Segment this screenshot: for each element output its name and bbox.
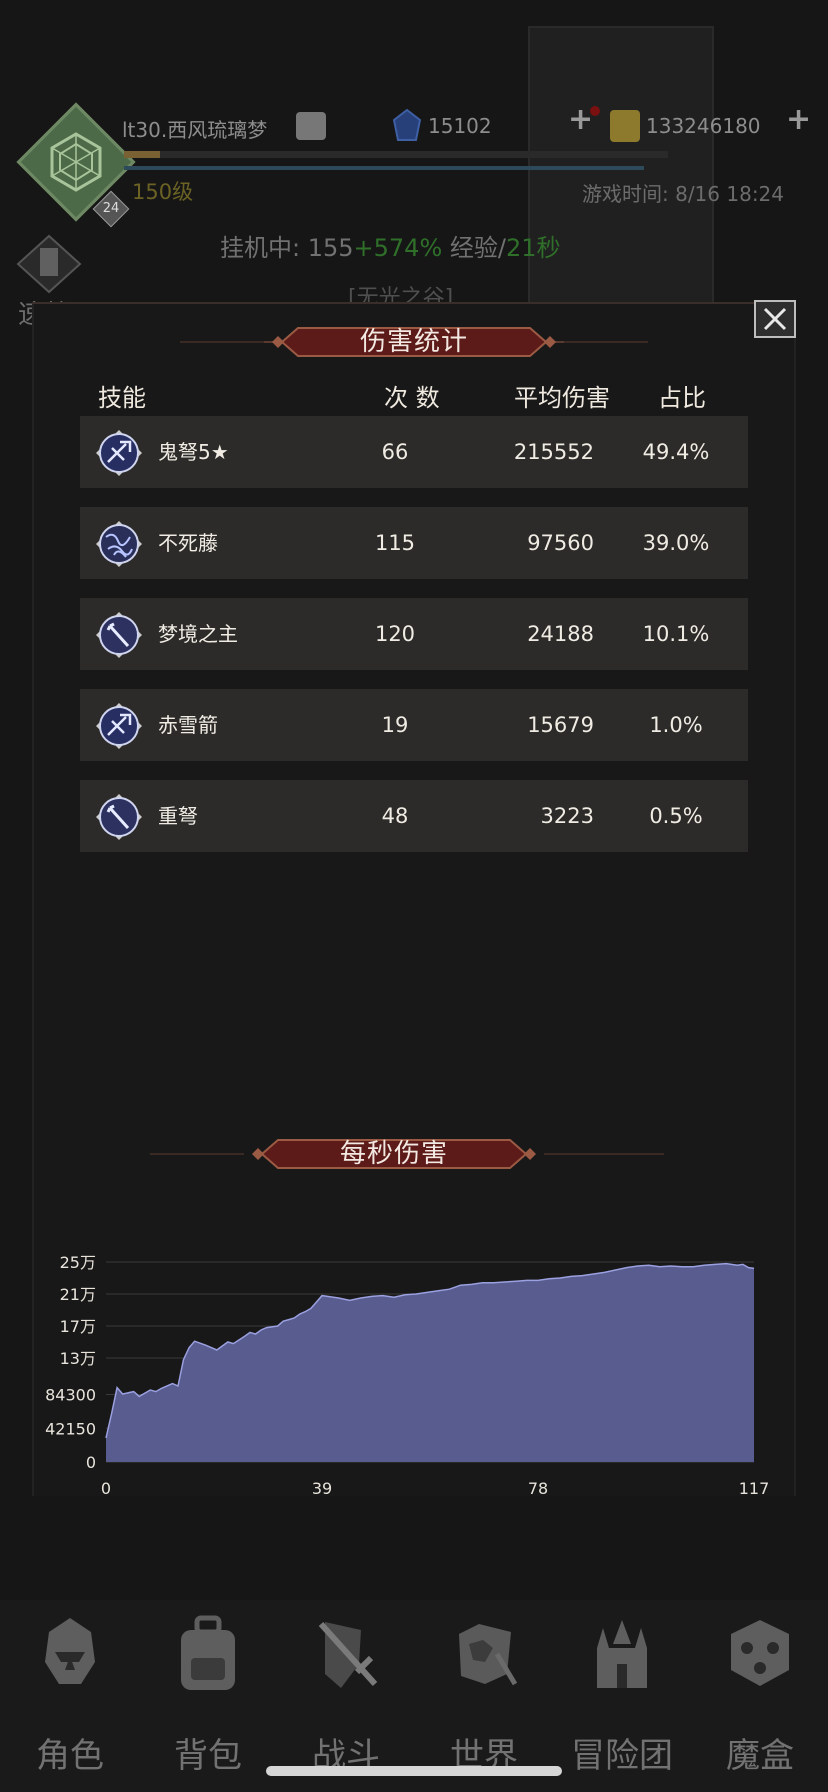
nav-magic-box[interactable] (700, 1614, 820, 1698)
header-count: 次 数 (384, 384, 440, 412)
player-name: lt30.西风琉璃梦 (122, 118, 268, 142)
experience-bar (124, 151, 668, 158)
gem-count: 15102 (428, 114, 492, 138)
y-tick-label: 42150 (45, 1419, 96, 1438)
red-snow-arrow-icon (96, 703, 142, 749)
player-level-text: 150级 (132, 180, 194, 204)
skill-name: 梦境之主 (158, 622, 238, 646)
dps-line-right (544, 1153, 664, 1155)
skill-percent: 1.0% (649, 713, 703, 737)
dps-area (106, 1263, 754, 1462)
header-skill: 技能 (98, 384, 146, 412)
x-tick-label: 78 (528, 1479, 548, 1498)
skill-percent: 39.0% (642, 531, 710, 555)
skill-percent: 10.1% (642, 622, 710, 646)
nav-backpack[interactable] (148, 1614, 268, 1698)
nav-guild-label[interactable]: 冒险团 (562, 1728, 682, 1777)
dps-line-left (150, 1153, 244, 1155)
skill-row: 梦境之主 120 24188 10.1% (80, 598, 748, 670)
skill-row: 不死藤 115 97560 39.0% (80, 507, 748, 579)
nav-world[interactable] (424, 1614, 544, 1698)
gold-coin-icon (610, 110, 640, 142)
close-button[interactable] (754, 300, 796, 338)
y-tick-label: 21万 (60, 1285, 96, 1304)
backpack-icon (181, 1615, 235, 1690)
skill-percent: 0.5% (649, 804, 703, 828)
header-average-damage: 平均伤害 (514, 384, 610, 412)
game-time: 游戏时间: 8/16 18:24 (582, 182, 785, 206)
nav-character-label[interactable]: 角色 (10, 1728, 130, 1777)
x-tick-label: 117 (739, 1479, 770, 1498)
idle-status: 挂机中: 155+574% 经验/21秒 (220, 234, 561, 262)
skill-row: 鬼弩5★ 66 215552 49.4% (80, 416, 748, 488)
skill-count: 19 (381, 713, 409, 737)
y-tick-label: 0 (86, 1453, 96, 1472)
skill-name: 赤雪箭 (158, 713, 218, 737)
ghost-crossbow-icon (96, 430, 142, 476)
dps-title: 每秒伤害 (339, 1139, 448, 1169)
x-tick-label: 0 (101, 1479, 111, 1498)
notification-dot (590, 106, 600, 116)
add-gems-plus-icon[interactable]: + (568, 102, 593, 137)
nav-magic-box-label[interactable]: 魔盒 (700, 1728, 820, 1777)
skill-average-damage: 15679 (527, 713, 594, 737)
undying-vine-icon (96, 521, 142, 567)
skill-count: 48 (381, 804, 409, 828)
skill-row: 重弩 48 3223 0.5% (80, 780, 748, 852)
damage-stats-title: 伤害统计 (359, 327, 468, 357)
sword-shield-icon (318, 1621, 378, 1688)
magic-box-icon (731, 1620, 789, 1686)
guild-castle-icon (597, 1620, 647, 1688)
skill-average-damage: 24188 (527, 622, 594, 646)
nav-character[interactable] (10, 1614, 130, 1698)
nav-guild[interactable] (562, 1614, 682, 1698)
character-helmet-icon (45, 1618, 95, 1684)
avatar-gem-icon (50, 132, 102, 192)
y-tick-label: 17万 (60, 1317, 96, 1336)
y-tick-label: 84300 (45, 1386, 96, 1405)
skill-average-damage: 97560 (527, 531, 594, 555)
skill-row: 赤雪箭 19 15679 1.0% (80, 689, 748, 761)
skill-count: 120 (374, 622, 416, 646)
skill-percent: 49.4% (642, 440, 710, 464)
dps-area-chart: 0 42150 84300 13万 17万 21万 25万 0 39 78 117 (45, 1253, 770, 1498)
x-tick-label: 39 (312, 1479, 332, 1498)
skill-name: 不死藤 (158, 531, 218, 555)
nav-backpack-label[interactable]: 背包 (148, 1728, 268, 1777)
y-tick-label: 13万 (60, 1349, 96, 1368)
close-icon (763, 307, 787, 331)
modal-top-border (32, 302, 796, 304)
heavy-crossbow-icon (96, 794, 142, 840)
skill-name: 重弩 (158, 804, 198, 828)
skill-name: 鬼弩5★ (158, 440, 229, 464)
skill-count: 115 (374, 531, 416, 555)
nav-battle[interactable] (286, 1614, 406, 1698)
background-card (528, 26, 714, 316)
dream-lord-icon (96, 612, 142, 658)
skill-count: 66 (381, 440, 409, 464)
quick-battle-icon[interactable] (14, 234, 84, 294)
gold-count: 133246180 (646, 114, 761, 138)
y-tick-label: 25万 (60, 1253, 96, 1272)
skill-average-damage: 3223 (540, 804, 594, 828)
title-line-right (564, 341, 648, 343)
blue-gem-icon (392, 108, 422, 141)
edit-name-icon[interactable] (296, 112, 326, 140)
add-gold-plus-icon[interactable]: + (786, 102, 811, 137)
title-line-left (180, 341, 264, 343)
home-indicator[interactable] (266, 1766, 562, 1776)
world-map-icon (459, 1624, 518, 1686)
header-percent: 占比 (658, 384, 706, 412)
secondary-bar (124, 166, 644, 170)
skill-average-damage: 215552 (513, 440, 594, 464)
